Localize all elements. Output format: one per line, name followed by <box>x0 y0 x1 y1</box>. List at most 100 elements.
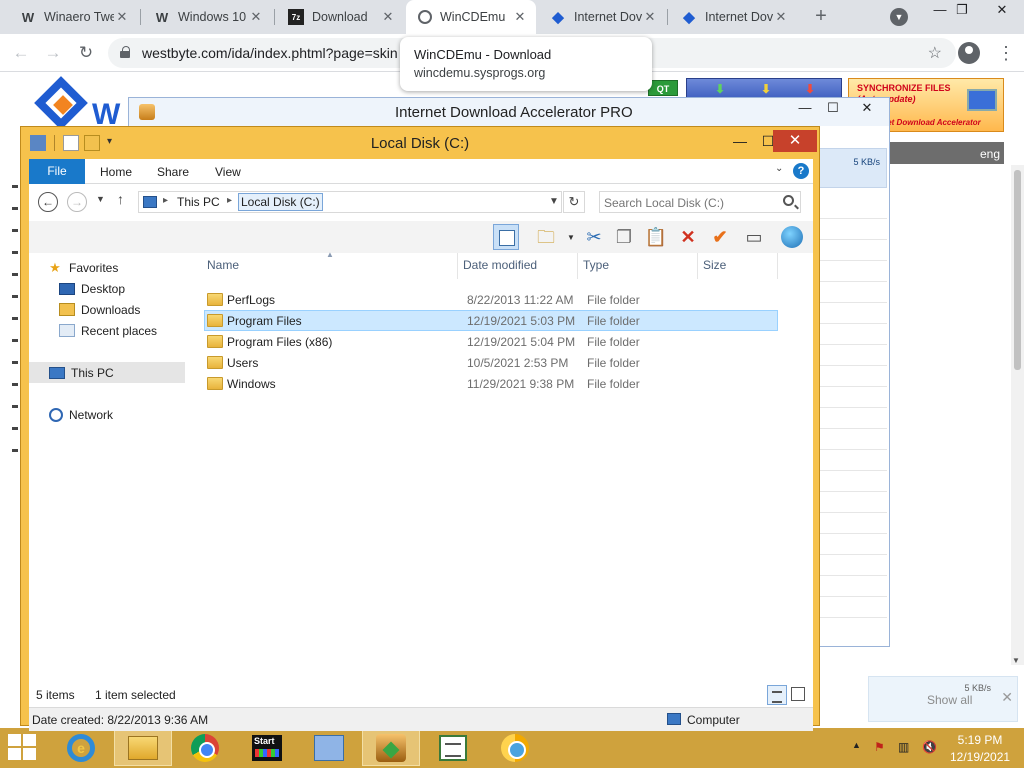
tab-search-icon[interactable]: ▼ <box>890 8 908 26</box>
action-center-flag-icon[interactable]: ⚑ <box>874 740 885 754</box>
column-divider[interactable] <box>577 253 578 279</box>
refresh-button[interactable]: ↻ <box>563 191 585 213</box>
column-size[interactable]: Size <box>703 258 726 272</box>
taskbar-file-explorer[interactable] <box>114 730 172 766</box>
paste-icon[interactable]: 📋 <box>643 224 669 250</box>
close-icon[interactable]: ✕ <box>642 9 658 25</box>
nav-recent-places[interactable]: Recent places <box>59 320 157 341</box>
nav-downloads[interactable]: Downloads <box>59 299 140 320</box>
file-row[interactable]: Program Files 12/19/2021 5:03 PM File fo… <box>204 310 778 331</box>
nav-this-pc[interactable]: This PC <box>29 362 185 383</box>
delete-icon[interactable]: ✕ <box>675 224 701 250</box>
nav-favorites[interactable]: ★ Favorites <box>47 257 118 278</box>
taskbar-chrome[interactable] <box>176 730 234 766</box>
browser-tab-1[interactable]: W Winaero Twe ✕ <box>8 0 138 34</box>
volume-muted-icon[interactable]: 🔇 <box>922 740 937 754</box>
globe-icon[interactable] <box>779 224 805 250</box>
column-name[interactable]: Name <box>207 258 239 272</box>
browser-tab-2[interactable]: W Windows 10 ✕ <box>142 0 272 34</box>
scroll-down-arrow-icon[interactable]: ▼ <box>1012 656 1020 665</box>
search-box[interactable] <box>599 191 801 213</box>
reload-icon[interactable]: ↻ <box>75 42 97 64</box>
up-arrow-icon[interactable]: ↑ <box>117 191 124 207</box>
breadcrumb-this-pc[interactable]: This PC <box>177 195 220 209</box>
breadcrumb-arrow-icon[interactable]: ▸ <box>227 195 232 206</box>
clock-date[interactable]: 12/19/2021 <box>950 750 1010 764</box>
new-tab-button[interactable]: + <box>810 6 832 28</box>
search-icon[interactable] <box>783 195 794 206</box>
close-icon[interactable]: ✕ <box>380 9 396 25</box>
forward-button[interactable]: → <box>67 192 87 212</box>
profile-avatar-icon[interactable] <box>958 42 980 64</box>
details-view-button[interactable] <box>767 685 787 705</box>
preview-pane-button[interactable] <box>493 224 519 250</box>
close-icon[interactable]: ✕ <box>773 9 789 25</box>
show-all-link[interactable]: Show all <box>927 693 972 707</box>
nav-network[interactable]: Network <box>49 404 113 425</box>
tab-file[interactable]: File <box>29 159 85 184</box>
show-hidden-icons-arrow-icon[interactable]: ▲ <box>852 740 861 750</box>
file-row[interactable]: Users 10/5/2021 2:53 PM File folder <box>204 352 778 373</box>
column-date-modified[interactable]: Date modified <box>463 258 537 272</box>
bookmark-star-icon[interactable]: ☆ <box>928 43 942 63</box>
close-icon[interactable]: ✕ <box>512 9 528 25</box>
copy-icon[interactable]: ❐ <box>611 224 637 250</box>
file-row[interactable]: PerfLogs 8/22/2013 11:22 AM File folder <box>204 289 778 310</box>
file-row[interactable]: Windows 11/29/2021 9:38 PM File folder <box>204 373 778 394</box>
recent-locations-dropdown-icon[interactable]: ▼ <box>96 194 105 204</box>
taskbar-ie[interactable]: e <box>52 730 110 766</box>
network-tray-icon[interactable]: ▥ <box>898 740 909 754</box>
browser-tab-4[interactable]: WinCDEmu ✕ <box>406 0 536 34</box>
back-button[interactable]: ← <box>38 192 58 212</box>
large-icons-view-button[interactable] <box>791 687 805 701</box>
breadcrumb-arrow-icon[interactable]: ▸ <box>163 195 168 206</box>
cut-icon[interactable]: ✂ <box>581 224 607 250</box>
clock-time[interactable]: 5:19 PM <box>950 733 1010 747</box>
column-type[interactable]: Type <box>583 258 609 272</box>
ida-maximize-button[interactable]: ☐ <box>819 100 847 122</box>
explorer-address-bar[interactable]: ▸ This PC ▸ Local Disk (C:) ▼ <box>138 191 562 213</box>
close-icon[interactable]: ✕ <box>1001 689 1013 706</box>
tab-home[interactable]: Home <box>100 165 132 179</box>
back-arrow-icon[interactable]: ← <box>10 42 32 64</box>
explorer-close-button[interactable]: ✕ <box>773 130 817 152</box>
column-divider[interactable] <box>457 253 458 279</box>
checkmark-icon[interactable]: ✔ <box>707 224 733 250</box>
forward-arrow-icon[interactable]: → <box>42 42 64 64</box>
taskbar-ida[interactable] <box>362 730 420 766</box>
help-icon[interactable]: ? <box>793 163 809 179</box>
expand-ribbon-icon[interactable]: ⌄ <box>775 163 783 174</box>
chrome-menu-icon[interactable]: ⋮ <box>996 42 1016 64</box>
windows-start-button[interactable] <box>8 734 38 762</box>
browser-tab-5[interactable]: ◆ Internet Dov ✕ <box>538 0 666 34</box>
ida-minimize-button[interactable]: — <box>791 100 819 122</box>
taskbar-chrome-canary[interactable] <box>486 730 544 766</box>
file-row[interactable]: Program Files (x86) 12/19/2021 5:04 PM F… <box>204 331 778 352</box>
browser-tab-6[interactable]: ◆ Internet Dov ✕ <box>669 0 797 34</box>
close-icon[interactable]: ✕ <box>248 9 264 25</box>
search-input[interactable] <box>604 195 774 211</box>
folder-check-icon[interactable]: 🗀 <box>533 224 559 250</box>
ida-close-button[interactable]: ✕ <box>853 100 881 122</box>
folder-options-dropdown-icon[interactable]: ▼ <box>567 233 575 242</box>
explorer-minimize-button[interactable]: — <box>727 130 753 152</box>
taskbar-network-app[interactable] <box>300 730 358 766</box>
qt-button[interactable]: QT <box>648 80 678 96</box>
language-label[interactable]: eng <box>980 147 1000 161</box>
browser-tab-3[interactable]: 7z Download ✕ <box>276 0 404 34</box>
nav-desktop[interactable]: Desktop <box>59 278 125 299</box>
close-icon[interactable]: ✕ <box>114 9 130 25</box>
restore-button[interactable]: ❐ <box>940 0 984 22</box>
taskbar-start-app[interactable]: Start <box>238 730 296 766</box>
taskbar-notepad[interactable] <box>424 730 482 766</box>
breadcrumb-local-disk[interactable]: Local Disk (C:) <box>238 193 323 211</box>
address-dropdown-icon[interactable]: ▼ <box>549 196 559 207</box>
close-window-button[interactable]: ✕ <box>980 0 1024 22</box>
file-name: PerfLogs <box>227 293 276 307</box>
tab-share[interactable]: Share <box>157 165 189 179</box>
page-scroll-thumb[interactable] <box>1014 170 1021 370</box>
column-divider[interactable] <box>697 253 698 279</box>
column-divider[interactable] <box>777 253 778 279</box>
tab-view[interactable]: View <box>215 165 241 179</box>
properties-icon[interactable]: ▭ <box>741 224 767 250</box>
